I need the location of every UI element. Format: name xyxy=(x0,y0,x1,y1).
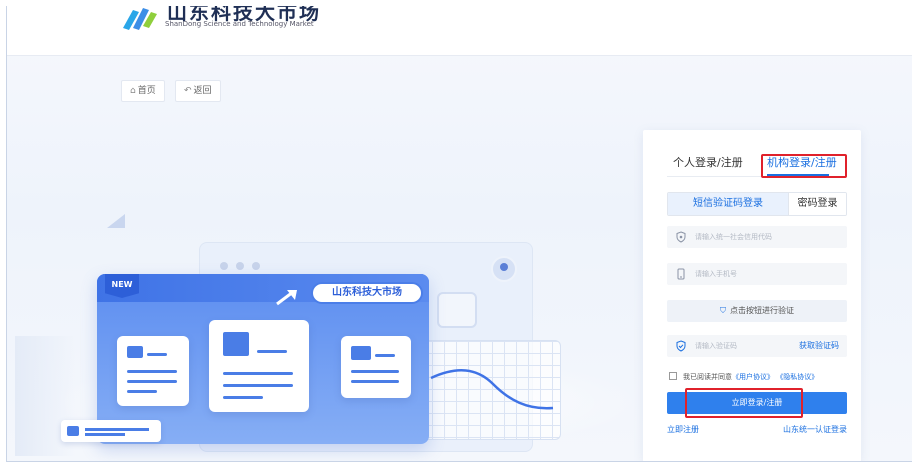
credit-code-field[interactable] xyxy=(667,226,847,248)
credit-code-input[interactable] xyxy=(695,226,795,248)
user-agreement-link[interactable]: 《用户协议》 xyxy=(732,373,774,381)
doc-card-right xyxy=(341,336,411,398)
agreement-text: 我已阅读并同意 xyxy=(683,373,732,381)
agreement-checkbox[interactable] xyxy=(669,372,677,380)
market-pill-label: 山东科技大市场 xyxy=(311,282,423,304)
sms-login-option[interactable]: 短信验证码登录 xyxy=(668,193,788,215)
register-link[interactable]: 立即注册 xyxy=(667,424,699,435)
login-method-switch: 短信验证码登录 密码登录 xyxy=(667,192,847,216)
wave-chart-icon xyxy=(430,369,554,410)
sms-code-input[interactable] xyxy=(695,335,795,357)
get-code-button[interactable]: 获取验证码 xyxy=(799,335,839,357)
user-avatar-icon xyxy=(491,256,517,282)
slide-verify-button[interactable]: ⛉ 点击按钮进行验证 xyxy=(667,300,847,322)
doc-card-left xyxy=(117,336,189,406)
sms-code-field[interactable]: 获取验证码 xyxy=(667,335,847,357)
unified-auth-login-link[interactable]: 山东统一认证登录 xyxy=(783,424,847,435)
decor-profile-bar xyxy=(61,420,161,442)
check-shield-icon xyxy=(676,340,686,352)
verify-shield-icon: ⛉ xyxy=(720,306,726,315)
page-frame: 山东科技大市场 ShanDong Science and Technology … xyxy=(6,6,912,462)
decor-frame xyxy=(437,292,477,328)
login-panel: 个人登录/注册 机构登录/注册 短信验证码登录 密码登录 ⛉点击按钮进 xyxy=(643,130,861,461)
verify-button-label: 点击按钮进行验证 xyxy=(730,306,794,315)
highlight-box-submit xyxy=(685,388,803,418)
tab-personal-login[interactable]: 个人登录/注册 xyxy=(673,154,743,170)
password-login-option[interactable]: 密码登录 xyxy=(788,193,846,215)
phone-field[interactable] xyxy=(667,263,847,285)
phone-input[interactable] xyxy=(695,263,795,285)
doc-card-center xyxy=(209,320,309,412)
new-badge: NEW xyxy=(105,274,139,298)
arrow-icon xyxy=(276,290,297,306)
phone-icon xyxy=(677,268,685,280)
shield-icon xyxy=(676,231,686,243)
privacy-policy-link[interactable]: 《隐私协议》 xyxy=(776,373,818,381)
highlight-box-tab xyxy=(761,154,847,178)
hero-illustration: NEW 山东科技大市场 xyxy=(7,6,647,461)
decor-triangle-icon xyxy=(107,214,125,228)
agreement-row: 我已阅读并同意《用户协议》 《隐私协议》 xyxy=(669,372,818,382)
